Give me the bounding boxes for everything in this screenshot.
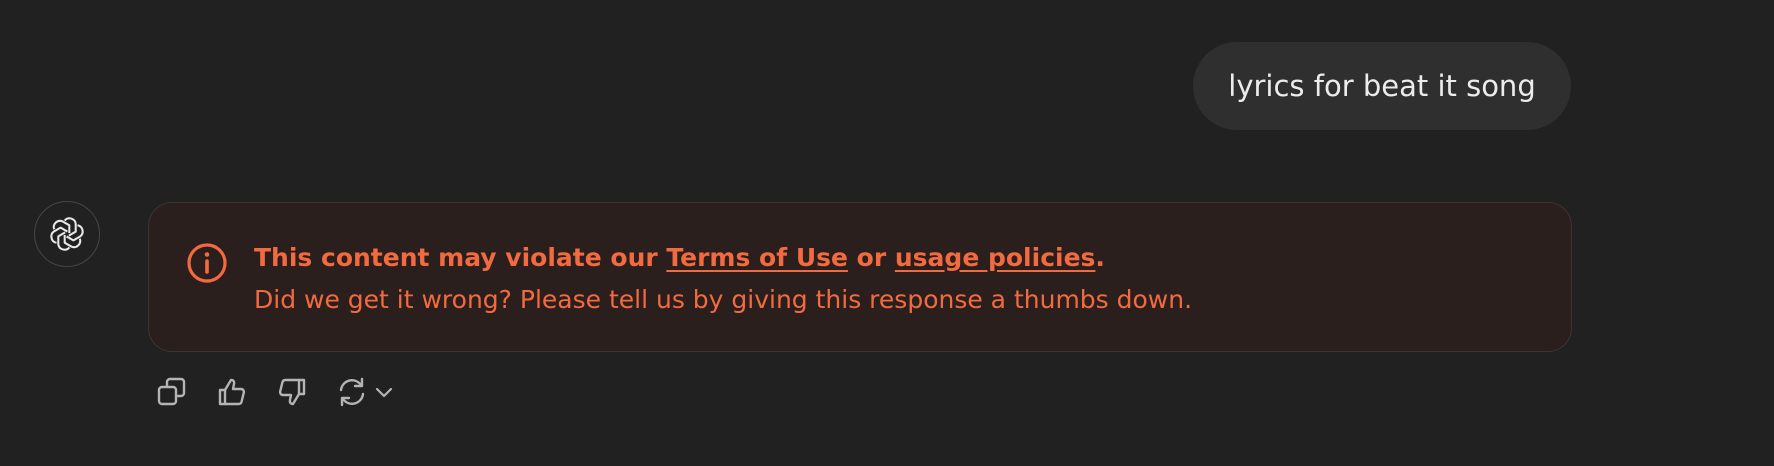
- thumbs-down-icon: [278, 378, 306, 406]
- warning-subtext: Did we get it wrong? Please tell us by g…: [254, 285, 1193, 314]
- thumbs-up-button[interactable]: [212, 372, 252, 412]
- regenerate-button[interactable]: [332, 372, 372, 412]
- user-message-text: lyrics for beat it song: [1228, 69, 1536, 103]
- warning-prefix: This content may violate our: [254, 243, 667, 272]
- warning-title: This content may violate our Terms of Us…: [254, 243, 1105, 272]
- regenerate-icon: [339, 377, 365, 407]
- content-warning-box: This content may violate our Terms of Us…: [148, 202, 1572, 352]
- terms-of-use-link[interactable]: Terms of Use: [666, 243, 848, 272]
- warning-middle: or: [847, 243, 895, 272]
- chat-page: lyrics for beat it song This content may…: [0, 0, 1774, 466]
- thumbs-up-icon: [218, 378, 246, 406]
- openai-logo-icon: [50, 217, 84, 251]
- user-message-bubble: lyrics for beat it song: [1193, 42, 1571, 130]
- chevron-down-icon: [375, 387, 393, 398]
- warning-suffix: .: [1095, 243, 1105, 272]
- copy-icon: [157, 377, 186, 406]
- assistant-avatar: [34, 201, 100, 267]
- copy-button[interactable]: [152, 372, 192, 412]
- regenerate-menu-button[interactable]: [332, 372, 396, 412]
- info-circle-icon: [187, 243, 227, 283]
- thumbs-down-button[interactable]: [272, 372, 312, 412]
- regenerate-dropdown[interactable]: [372, 380, 396, 404]
- message-actions: [152, 372, 396, 412]
- usage-policies-link[interactable]: usage policies: [895, 243, 1096, 272]
